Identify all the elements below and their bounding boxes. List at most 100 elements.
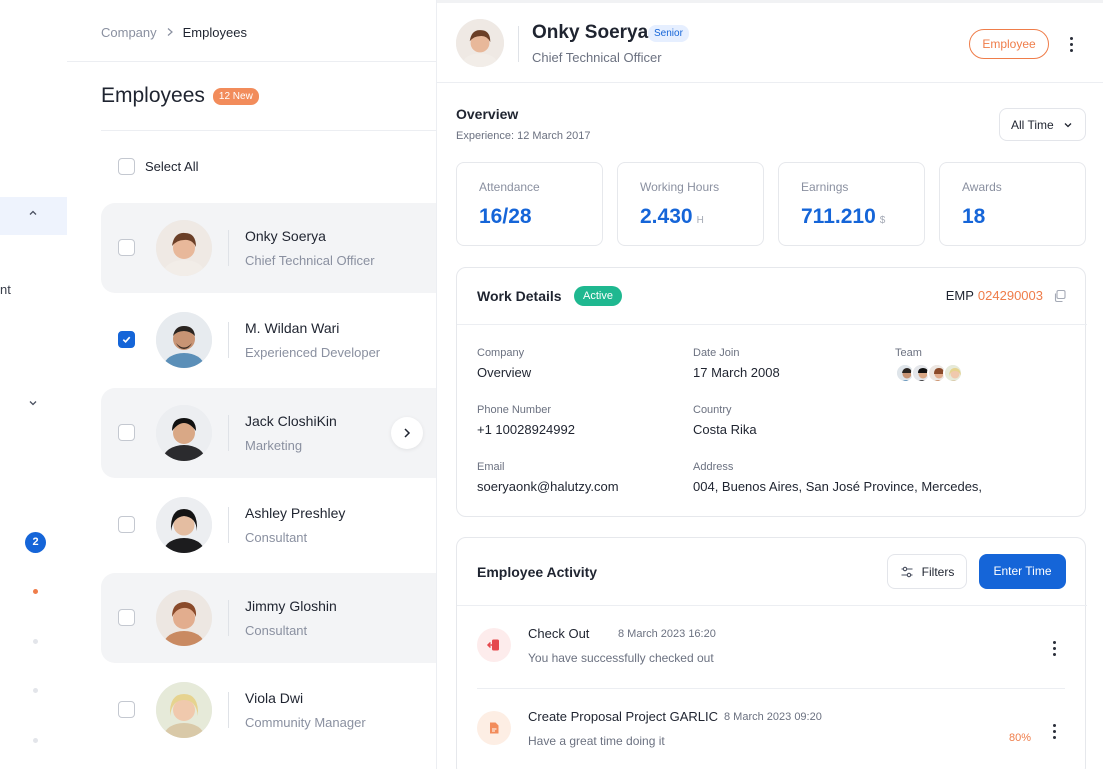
- list-item[interactable]: Onky Soerya Chief Technical Officer: [101, 203, 436, 293]
- team-avatars[interactable]: [895, 363, 963, 383]
- activity-time: 8 March 2023 09:20: [724, 711, 822, 723]
- stat-value: 16/28: [479, 205, 532, 228]
- card-title: Work Details: [477, 288, 562, 304]
- activity-item[interactable]: Create Proposal Project GARLIC 8 March 2…: [457, 689, 1087, 769]
- more-options-icon[interactable]: [1064, 37, 1078, 52]
- stat-card: Working Hours 2.430 H: [617, 162, 764, 246]
- list-item[interactable]: Jack CloshiKin Marketing: [101, 388, 436, 478]
- row-checkbox[interactable]: [118, 609, 135, 626]
- sidebar-dot-active[interactable]: [33, 589, 38, 594]
- sidebar-dot[interactable]: [33, 688, 38, 693]
- row-checkbox[interactable]: [118, 331, 135, 348]
- employee-role: Consultant: [245, 623, 308, 638]
- date-join-label: Date Join: [693, 347, 740, 359]
- stat-label: Awards: [962, 180, 1002, 194]
- employee-detail-panel: Onky Soerya Senior Chief Technical Offic…: [436, 0, 1103, 769]
- select-all-checkbox[interactable]: Select All: [118, 158, 198, 175]
- chevron-up-icon[interactable]: [28, 208, 38, 221]
- more-options-icon[interactable]: [1047, 641, 1061, 656]
- avatar: [156, 220, 212, 276]
- employee-role: Community Manager: [245, 715, 366, 730]
- avatar: [943, 363, 963, 383]
- chevron-down-icon: [1064, 122, 1072, 127]
- email-value: soeryaonk@halutzy.com: [477, 479, 619, 494]
- employee-name: Onky Soerya: [245, 228, 326, 244]
- sidebar-dot[interactable]: [33, 738, 38, 743]
- sidebar: nt 2: [0, 0, 67, 769]
- divider: [228, 507, 229, 543]
- stat-card: Earnings 711.210 $: [778, 162, 925, 246]
- breadcrumb: Company Employees: [101, 25, 247, 40]
- row-checkbox[interactable]: [118, 701, 135, 718]
- employee-name: M. Wildan Wari: [245, 320, 340, 336]
- employee-name: Jimmy Gloshin: [245, 598, 337, 614]
- activity-description: You have successfully checked out: [528, 651, 714, 665]
- status-badge: Active: [574, 286, 622, 306]
- row-checkbox[interactable]: [118, 424, 135, 441]
- country-label: Country: [693, 404, 732, 416]
- stat-value: 2.430 H: [640, 205, 704, 228]
- open-details-button[interactable]: [391, 417, 423, 449]
- employee-name: Ashley Preshley: [245, 505, 346, 521]
- filters-button[interactable]: Filters: [887, 554, 967, 589]
- avatar: [156, 497, 212, 553]
- company-label: Company: [477, 347, 525, 359]
- time-filter-select[interactable]: All Time: [999, 108, 1086, 141]
- company-value: Overview: [477, 365, 532, 380]
- stat-card: Attendance 16/28: [456, 162, 603, 246]
- phone-value: +1 10028924992: [477, 422, 575, 437]
- divider: [437, 0, 1103, 3]
- stat-label: Working Hours: [640, 180, 720, 194]
- team-label: Team: [895, 347, 922, 359]
- stat-value: 711.210 $: [801, 205, 886, 228]
- check-out-icon: [477, 628, 511, 662]
- address-label: Address: [693, 461, 734, 473]
- stat-unit: $: [879, 215, 886, 226]
- email-label: Email: [477, 461, 505, 473]
- divider: [228, 692, 229, 728]
- list-header: Employees 12 New: [101, 84, 259, 108]
- copy-icon[interactable]: [1053, 289, 1067, 303]
- avatar: [156, 682, 212, 738]
- activity-description: Have a great time doing it: [528, 734, 665, 748]
- employee-activity-card: Employee Activity Filters Enter Time Che…: [456, 537, 1087, 769]
- avatar: [156, 405, 212, 461]
- sidebar-dot[interactable]: [33, 639, 38, 644]
- list-item[interactable]: M. Wildan Wari Experienced Developer: [101, 295, 436, 385]
- checkmark-icon: [122, 336, 131, 343]
- stat-value: 18: [962, 205, 986, 228]
- chevron-right-icon: [404, 428, 411, 438]
- list-item[interactable]: Ashley Preshley Consultant: [101, 480, 436, 570]
- employee-type-button[interactable]: Employee: [969, 29, 1049, 59]
- row-checkbox[interactable]: [118, 239, 135, 256]
- experience-text: Experience: 12 March 2017: [456, 130, 591, 142]
- phone-label: Phone Number: [477, 404, 551, 416]
- activity-item[interactable]: Check Out 8 March 2023 16:20 You have su…: [457, 606, 1087, 688]
- divider: [437, 82, 1103, 83]
- divider: [101, 130, 436, 131]
- select-all-label: Select All: [145, 159, 199, 174]
- checkbox[interactable]: [118, 158, 135, 175]
- divider: [67, 61, 436, 62]
- employee-role: Chief Technical Officer: [245, 253, 375, 268]
- sidebar-item-label[interactable]: nt: [0, 282, 11, 297]
- avatar: [156, 312, 212, 368]
- row-checkbox[interactable]: [118, 516, 135, 533]
- activity-name: Create Proposal Project GARLIC: [528, 709, 719, 724]
- breadcrumb-root[interactable]: Company: [101, 25, 157, 40]
- employee-role: Experienced Developer: [245, 345, 381, 360]
- divider: [228, 322, 229, 358]
- enter-time-button[interactable]: Enter Time: [979, 554, 1066, 589]
- stat-unit: H: [696, 215, 704, 226]
- profile-title: Chief Technical Officer: [532, 50, 662, 65]
- filters-label: Filters: [921, 564, 955, 579]
- avatar: [156, 590, 212, 646]
- list-item[interactable]: Jimmy Gloshin Consultant: [101, 573, 436, 663]
- stat-card: Awards 18: [939, 162, 1086, 246]
- employee-name: Jack CloshiKin: [245, 413, 337, 429]
- chevron-down-icon[interactable]: [28, 398, 38, 411]
- stat-label: Attendance: [479, 180, 540, 194]
- list-item[interactable]: Viola Dwi Community Manager: [101, 665, 436, 755]
- sliders-icon: [901, 566, 913, 577]
- more-options-icon[interactable]: [1047, 724, 1061, 739]
